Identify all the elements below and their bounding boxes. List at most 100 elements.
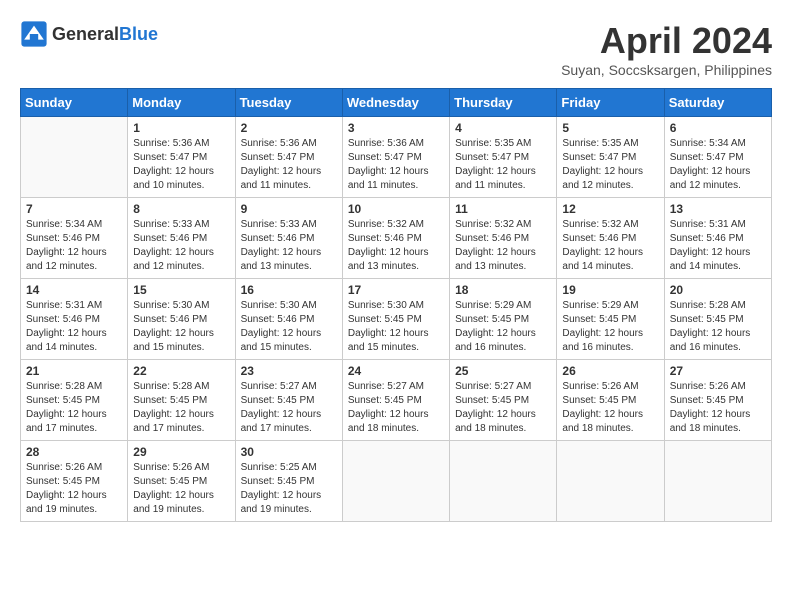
day-number: 2 — [241, 121, 337, 135]
day-info: Sunrise: 5:28 AM Sunset: 5:45 PM Dayligh… — [26, 380, 122, 436]
calendar-cell: 8 Sunrise: 5:33 AM Sunset: 5:46 PM Daylig… — [128, 198, 235, 279]
day-info: Sunrise: 5:26 AM Sunset: 5:45 PM Dayligh… — [133, 461, 229, 517]
day-header-sunday: Sunday — [21, 89, 128, 117]
day-number: 16 — [241, 283, 337, 297]
day-number: 6 — [670, 121, 766, 135]
calendar-cell: 18 Sunrise: 5:29 AM Sunset: 5:45 PM Dayli… — [450, 279, 557, 360]
week-row-5: 28 Sunrise: 5:26 AM Sunset: 5:45 PM Dayli… — [21, 441, 772, 522]
day-info: Sunrise: 5:30 AM Sunset: 5:45 PM Dayligh… — [348, 299, 444, 355]
logo-blue: Blue — [119, 24, 158, 44]
week-row-1: 1 Sunrise: 5:36 AM Sunset: 5:47 PM Daylig… — [21, 117, 772, 198]
calendar-cell: 29 Sunrise: 5:26 AM Sunset: 5:45 PM Dayli… — [128, 441, 235, 522]
calendar-cell: 16 Sunrise: 5:30 AM Sunset: 5:46 PM Dayli… — [235, 279, 342, 360]
day-info: Sunrise: 5:27 AM Sunset: 5:45 PM Dayligh… — [348, 380, 444, 436]
day-header-saturday: Saturday — [664, 89, 771, 117]
day-info: Sunrise: 5:32 AM Sunset: 5:46 PM Dayligh… — [562, 218, 658, 274]
calendar-cell: 9Sunrise: 5:33 AM Sunset: 5:46 PM Daylig… — [235, 198, 342, 279]
day-info: Sunrise: 5:35 AM Sunset: 5:47 PM Dayligh… — [562, 137, 658, 193]
day-info: Sunrise: 5:29 AM Sunset: 5:45 PM Dayligh… — [455, 299, 551, 355]
title-area: April 2024 Suyan, Soccsksargen, Philippi… — [561, 20, 772, 78]
month-title: April 2024 — [561, 20, 772, 62]
day-info: Sunrise: 5:25 AM Sunset: 5:45 PM Dayligh… — [241, 461, 337, 517]
day-number: 30 — [241, 445, 337, 459]
calendar-cell: 13 Sunrise: 5:31 AM Sunset: 5:46 PM Dayli… — [664, 198, 771, 279]
day-number: 20 — [670, 283, 766, 297]
day-number: 17 — [348, 283, 444, 297]
day-header-wednesday: Wednesday — [342, 89, 449, 117]
calendar-cell: 5 Sunrise: 5:35 AM Sunset: 5:47 PM Daylig… — [557, 117, 664, 198]
calendar-cell: 1 Sunrise: 5:36 AM Sunset: 5:47 PM Daylig… — [128, 117, 235, 198]
week-row-4: 21 Sunrise: 5:28 AM Sunset: 5:45 PM Dayli… — [21, 360, 772, 441]
calendar-cell: 19Sunrise: 5:29 AM Sunset: 5:45 PM Dayli… — [557, 279, 664, 360]
calendar-cell: 10 Sunrise: 5:32 AM Sunset: 5:46 PM Dayli… — [342, 198, 449, 279]
day-number: 27 — [670, 364, 766, 378]
day-number: 26 — [562, 364, 658, 378]
logo-icon — [20, 20, 48, 48]
calendar-cell — [450, 441, 557, 522]
day-info: Sunrise: 5:33 AM Sunset: 5:46 PM Dayligh… — [133, 218, 229, 274]
day-number: 7 — [26, 202, 122, 216]
calendar-cell: 12 Sunrise: 5:32 AM Sunset: 5:46 PM Dayli… — [557, 198, 664, 279]
day-header-tuesday: Tuesday — [235, 89, 342, 117]
calendar-cell: 30 Sunrise: 5:25 AM Sunset: 5:45 PM Dayli… — [235, 441, 342, 522]
day-number: 8 — [133, 202, 229, 216]
calendar-cell: 3 Sunrise: 5:36 AM Sunset: 5:47 PM Daylig… — [342, 117, 449, 198]
day-number: 21 — [26, 364, 122, 378]
calendar-cell: 4Sunrise: 5:35 AM Sunset: 5:47 PM Daylig… — [450, 117, 557, 198]
day-number: 10 — [348, 202, 444, 216]
day-number: 28 — [26, 445, 122, 459]
day-number: 29 — [133, 445, 229, 459]
logo-general: General — [52, 24, 119, 44]
day-number: 13 — [670, 202, 766, 216]
day-info: Sunrise: 5:26 AM Sunset: 5:45 PM Dayligh… — [670, 380, 766, 436]
location-subtitle: Suyan, Soccsksargen, Philippines — [561, 62, 772, 78]
day-info: Sunrise: 5:27 AM Sunset: 5:45 PM Dayligh… — [241, 380, 337, 436]
day-info: Sunrise: 5:34 AM Sunset: 5:46 PM Dayligh… — [26, 218, 122, 274]
calendar-cell: 28 Sunrise: 5:26 AM Sunset: 5:45 PM Dayli… — [21, 441, 128, 522]
day-header-monday: Monday — [128, 89, 235, 117]
calendar-cell: 21 Sunrise: 5:28 AM Sunset: 5:45 PM Dayli… — [21, 360, 128, 441]
day-info: Sunrise: 5:28 AM Sunset: 5:45 PM Dayligh… — [133, 380, 229, 436]
day-number: 25 — [455, 364, 551, 378]
day-info: Sunrise: 5:36 AM Sunset: 5:47 PM Dayligh… — [133, 137, 229, 193]
day-number: 18 — [455, 283, 551, 297]
day-info: Sunrise: 5:31 AM Sunset: 5:46 PM Dayligh… — [670, 218, 766, 274]
day-number: 1 — [133, 121, 229, 135]
day-number: 22 — [133, 364, 229, 378]
calendar-cell: 15Sunrise: 5:30 AM Sunset: 5:46 PM Dayli… — [128, 279, 235, 360]
calendar-cell: 6 Sunrise: 5:34 AM Sunset: 5:47 PM Daylig… — [664, 117, 771, 198]
calendar-cell: 25 Sunrise: 5:27 AM Sunset: 5:45 PM Dayli… — [450, 360, 557, 441]
day-info: Sunrise: 5:27 AM Sunset: 5:45 PM Dayligh… — [455, 380, 551, 436]
calendar-cell — [21, 117, 128, 198]
day-info: Sunrise: 5:29 AM Sunset: 5:45 PM Dayligh… — [562, 299, 658, 355]
day-number: 15 — [133, 283, 229, 297]
calendar-cell — [557, 441, 664, 522]
day-info: Sunrise: 5:26 AM Sunset: 5:45 PM Dayligh… — [26, 461, 122, 517]
calendar-cell: 11Sunrise: 5:32 AM Sunset: 5:46 PM Dayli… — [450, 198, 557, 279]
week-row-3: 14Sunrise: 5:31 AM Sunset: 5:46 PM Dayli… — [21, 279, 772, 360]
days-header-row: SundayMondayTuesdayWednesdayThursdayFrid… — [21, 89, 772, 117]
day-number: 12 — [562, 202, 658, 216]
day-info: Sunrise: 5:32 AM Sunset: 5:46 PM Dayligh… — [455, 218, 551, 274]
day-header-thursday: Thursday — [450, 89, 557, 117]
calendar-cell: 26 Sunrise: 5:26 AM Sunset: 5:45 PM Dayli… — [557, 360, 664, 441]
calendar-cell: 7 Sunrise: 5:34 AM Sunset: 5:46 PM Daylig… — [21, 198, 128, 279]
calendar-cell: 24Sunrise: 5:27 AM Sunset: 5:45 PM Dayli… — [342, 360, 449, 441]
day-number: 5 — [562, 121, 658, 135]
day-info: Sunrise: 5:34 AM Sunset: 5:47 PM Dayligh… — [670, 137, 766, 193]
day-info: Sunrise: 5:28 AM Sunset: 5:45 PM Dayligh… — [670, 299, 766, 355]
day-info: Sunrise: 5:36 AM Sunset: 5:47 PM Dayligh… — [241, 137, 337, 193]
day-header-friday: Friday — [557, 89, 664, 117]
day-number: 3 — [348, 121, 444, 135]
day-info: Sunrise: 5:30 AM Sunset: 5:46 PM Dayligh… — [241, 299, 337, 355]
calendar-cell: 2 Sunrise: 5:36 AM Sunset: 5:47 PM Daylig… — [235, 117, 342, 198]
day-info: Sunrise: 5:32 AM Sunset: 5:46 PM Dayligh… — [348, 218, 444, 274]
day-number: 23 — [241, 364, 337, 378]
day-number: 4 — [455, 121, 551, 135]
day-info: Sunrise: 5:36 AM Sunset: 5:47 PM Dayligh… — [348, 137, 444, 193]
day-info: Sunrise: 5:26 AM Sunset: 5:45 PM Dayligh… — [562, 380, 658, 436]
calendar-cell: 22 Sunrise: 5:28 AM Sunset: 5:45 PM Dayli… — [128, 360, 235, 441]
week-row-2: 7 Sunrise: 5:34 AM Sunset: 5:46 PM Daylig… — [21, 198, 772, 279]
calendar-cell: 17 Sunrise: 5:30 AM Sunset: 5:45 PM Dayli… — [342, 279, 449, 360]
logo: GeneralBlue — [20, 20, 158, 48]
